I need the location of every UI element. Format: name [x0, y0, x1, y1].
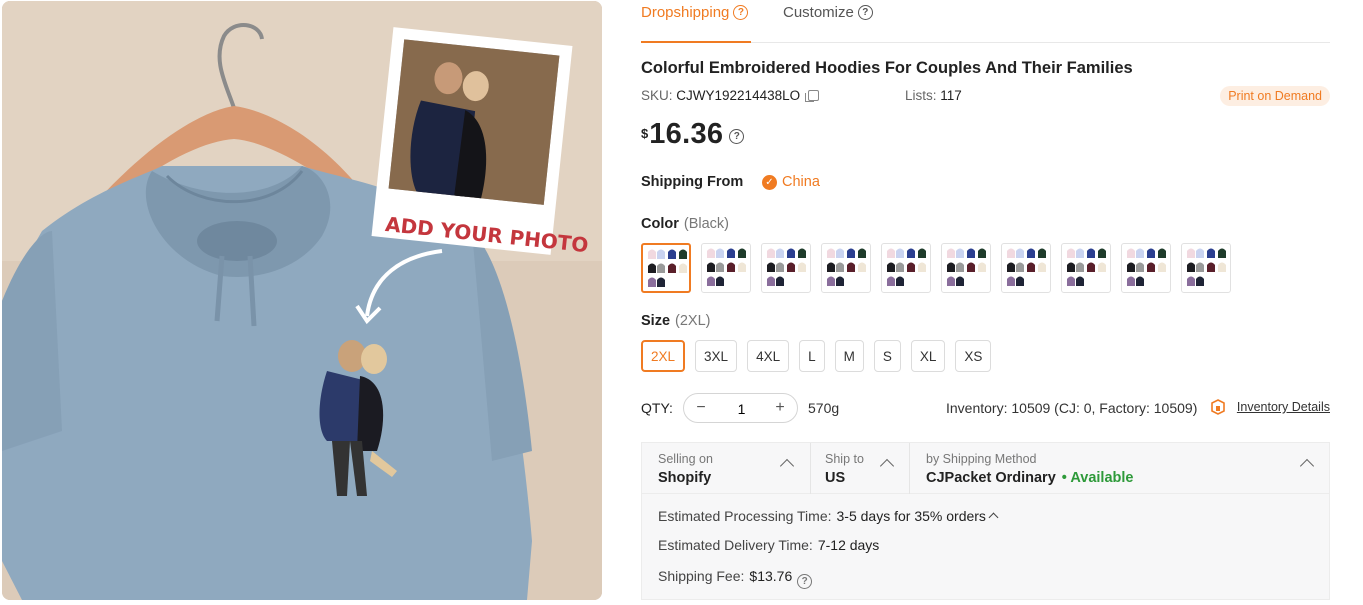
ship-to-selector[interactable]: Ship to US — [811, 443, 909, 494]
tab-label: Customize — [783, 4, 854, 21]
color-label: Color — [641, 216, 679, 232]
tab-customize[interactable]: Customize ? — [783, 4, 873, 21]
shipping-method-selector[interactable]: by Shipping Method CJPacket Ordinary • Av… — [910, 443, 1329, 494]
swatch-thumbnail — [648, 249, 687, 287]
increment-button[interactable]: + — [770, 398, 790, 418]
price-amount: 16.36 — [649, 118, 724, 150]
help-icon[interactable]: ? — [729, 129, 745, 144]
sku-value: CJWY192214438LO — [676, 88, 801, 103]
size-option[interactable]: 3XL — [695, 340, 738, 372]
help-icon[interactable]: ? — [733, 5, 749, 20]
processing-time-value: 3-5 days for 35% orders — [836, 508, 986, 524]
color-selected-value: (Black) — [683, 216, 729, 232]
swatch-thumbnail — [707, 248, 746, 286]
shipping-fee-label: Shipping Fee: — [658, 568, 745, 584]
chevron-up-icon[interactable] — [988, 512, 999, 523]
size-option[interactable]: 2XL — [641, 340, 686, 372]
swatch-thumbnail — [1127, 248, 1166, 286]
tab-label: Dropshipping — [641, 4, 730, 21]
color-swatch[interactable] — [1061, 243, 1111, 293]
shipping-fee-value: $13.76 — [749, 568, 793, 584]
shipping-options-box: Selling on Shopify Ship to US by Shippin… — [641, 442, 1330, 600]
chevron-up-icon[interactable] — [1299, 458, 1315, 474]
chevron-up-icon[interactable] — [879, 458, 895, 474]
quantity-input[interactable] — [719, 399, 764, 419]
color-swatch[interactable] — [1181, 243, 1231, 293]
color-swatch[interactable] — [1121, 243, 1171, 293]
shipping-method-value: CJPacket Ordinary — [926, 470, 1056, 486]
size-selected-value: (2XL) — [675, 313, 711, 329]
qty-label: QTY: — [641, 400, 673, 416]
shipping-from-country[interactable]: China — [782, 174, 820, 190]
size-option[interactable]: XL — [910, 340, 946, 372]
hoodie-illustration: ADD YOUR PHOTO — [2, 1, 602, 600]
color-swatch[interactable] — [881, 243, 931, 293]
lists-label: Lists: — [905, 88, 937, 103]
selling-on-value: Shopify — [658, 470, 712, 486]
swatch-thumbnail — [827, 248, 866, 286]
print-on-demand-badge: Print on Demand — [1220, 86, 1330, 106]
product-title: Colorful Embroidered Hoodies For Couples… — [641, 59, 1133, 77]
processing-time-label: Estimated Processing Time: — [658, 508, 832, 524]
swatch-thumbnail — [1067, 248, 1106, 286]
size-option[interactable]: XS — [955, 340, 992, 372]
selling-on-label: Selling on — [658, 452, 713, 466]
swatch-thumbnail — [947, 248, 986, 286]
quantity-stepper: − + — [683, 393, 798, 423]
color-swatch-list — [641, 243, 1231, 293]
selling-on-selector[interactable]: Selling on Shopify — [642, 443, 810, 494]
color-swatch[interactable] — [1001, 243, 1051, 293]
product-image[interactable]: ADD YOUR PHOTO — [2, 1, 602, 600]
product-details-panel: Dropshipping ? Customize ? Colorful Embr… — [641, 0, 1331, 605]
quantity-row: QTY: − + 570g Inventory: 10509 (CJ: 0, F… — [641, 393, 1330, 423]
color-swatch[interactable] — [821, 243, 871, 293]
color-swatch[interactable] — [641, 243, 691, 293]
size-option[interactable]: M — [834, 340, 864, 372]
delivery-time-label: Estimated Delivery Time: — [658, 537, 813, 553]
color-heading: Color (Black) — [641, 216, 729, 232]
help-icon[interactable]: ? — [797, 574, 813, 589]
inventory-details-link[interactable]: Inventory Details — [1237, 400, 1330, 414]
size-option[interactable]: S — [873, 340, 901, 372]
processing-time-row: Estimated Processing Time: 3-5 days for 3… — [658, 508, 999, 524]
availability-status: • Available — [1061, 470, 1134, 486]
size-option[interactable]: L — [799, 340, 825, 372]
shipping-from-label: Shipping From — [641, 174, 744, 190]
check-icon: ✓ — [762, 174, 777, 190]
color-swatch[interactable] — [701, 243, 751, 293]
size-heading: Size (2XL) — [641, 313, 710, 329]
help-icon[interactable]: ? — [857, 5, 873, 20]
tab-dropshipping[interactable]: Dropshipping ? — [641, 4, 749, 21]
sku-row: SKU: CJWY192214438LO Lists: 117 Print on… — [641, 86, 1330, 108]
shipping-from: Shipping From ✓ China — [641, 174, 820, 190]
delivery-time-row: Estimated Delivery Time: 7-12 days — [658, 537, 879, 553]
copy-icon[interactable] — [804, 90, 819, 102]
color-swatch[interactable] — [941, 243, 991, 293]
size-label: Size — [641, 313, 671, 329]
color-swatch[interactable] — [761, 243, 811, 293]
swatch-thumbnail — [1187, 248, 1226, 286]
product-weight: 570g — [808, 400, 840, 416]
sku-label: SKU: — [641, 88, 673, 103]
currency-symbol: $ — [641, 126, 649, 141]
size-option-list: 2XL 3XL 4XL L M S XL XS — [641, 340, 992, 372]
ship-to-value: US — [825, 470, 846, 486]
price: $ 16.36 ? — [641, 118, 745, 151]
shipping-selectors: Selling on Shopify Ship to US by Shippin… — [642, 443, 1329, 494]
swatch-thumbnail — [1007, 248, 1046, 286]
active-tab-indicator — [641, 41, 751, 43]
chevron-up-icon[interactable] — [779, 458, 795, 474]
delivery-time-value: 7-12 days — [817, 537, 880, 553]
warehouse-icon — [1211, 399, 1225, 415]
shipping-fee-row: Shipping Fee: $13.76? — [658, 568, 813, 589]
shipping-method-label: by Shipping Method — [926, 452, 1037, 466]
size-option[interactable]: 4XL — [747, 340, 790, 372]
ship-to-label: Ship to — [825, 452, 864, 466]
tab-bar: Dropshipping ? Customize ? — [641, 0, 1330, 43]
swatch-thumbnail — [767, 248, 806, 286]
lists-value: 117 — [940, 88, 962, 103]
inventory-count: Inventory: 10509 (CJ: 0, Factory: 10509) — [946, 400, 1198, 416]
swatch-thumbnail — [887, 248, 926, 286]
decrement-button[interactable]: − — [691, 398, 711, 418]
